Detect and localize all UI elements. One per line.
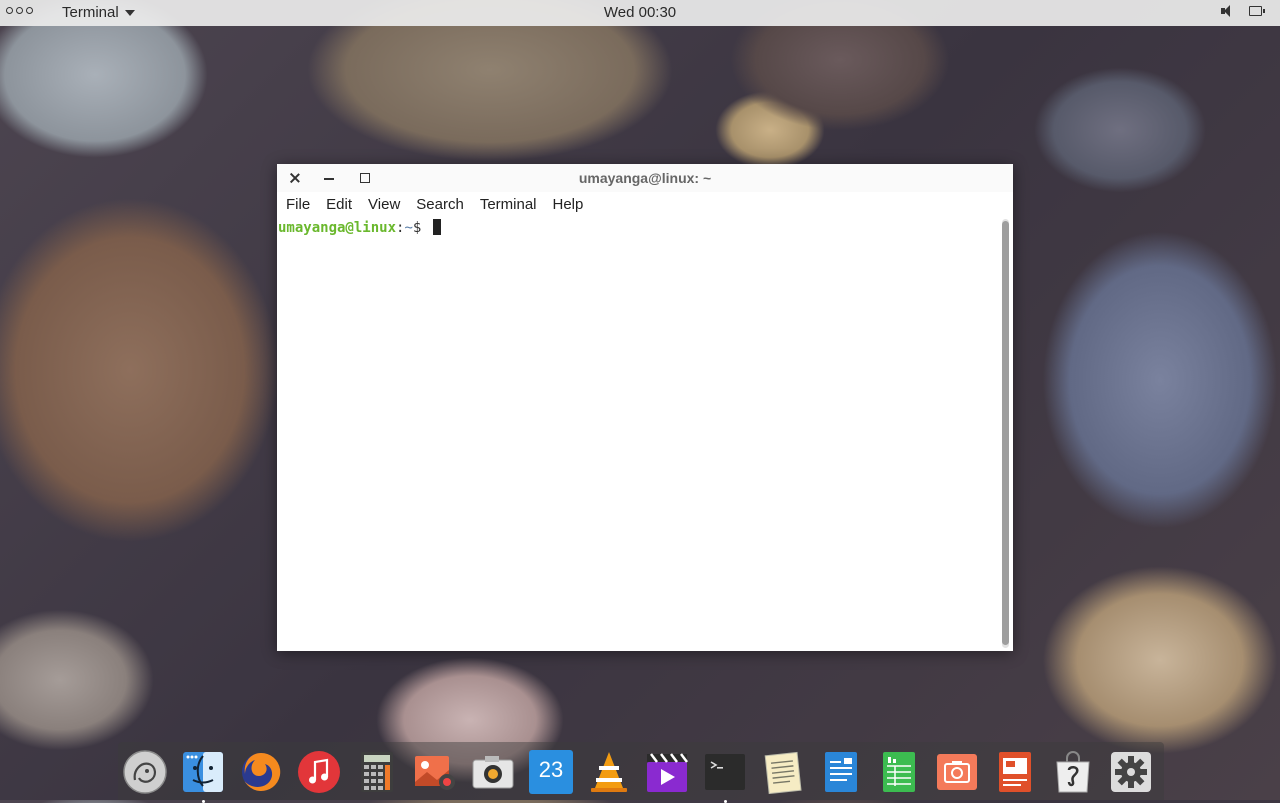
menu-view[interactable]: View	[360, 194, 408, 216]
dock-settings[interactable]	[1109, 750, 1155, 796]
dock-terminal[interactable]	[703, 750, 749, 803]
file-manager-icon	[183, 752, 223, 792]
dock-app-store[interactable]	[1051, 750, 1097, 796]
screenshot-icon	[937, 754, 977, 790]
dock-calendar[interactable]: 23	[529, 750, 575, 796]
terminal-window: umayanga@linux: ~ File Edit View Search …	[277, 164, 1013, 651]
app-menu[interactable]: Terminal	[62, 4, 135, 21]
dock-music[interactable]	[297, 750, 343, 796]
dock-screenshot[interactable]	[935, 750, 981, 796]
volume-icon[interactable]	[1221, 5, 1233, 17]
dock: 23	[118, 742, 1164, 803]
scrollbar[interactable]	[1002, 219, 1009, 648]
text-editor-icon	[764, 751, 802, 794]
prompt-user-host: umayanga@linux	[278, 220, 397, 236]
menu-edit[interactable]: Edit	[318, 194, 360, 216]
caret-down-icon	[124, 9, 135, 16]
dock-video-editor[interactable]	[645, 750, 691, 796]
firefox-icon	[242, 752, 281, 791]
terminal-icon	[705, 754, 745, 790]
menu-terminal[interactable]: Terminal	[472, 194, 545, 216]
scrollbar-thumb[interactable]	[1002, 221, 1009, 645]
dock-file-manager[interactable]	[181, 750, 227, 803]
terminal-area[interactable]: umayanga@linux:~$	[277, 217, 1001, 649]
writer-icon	[825, 752, 857, 792]
calculator-icon	[361, 752, 393, 792]
window-title: umayanga@linux: ~	[578, 170, 712, 186]
battery-icon[interactable]	[1249, 6, 1265, 16]
dock-text-editor[interactable]	[761, 750, 807, 796]
text-cursor	[432, 219, 441, 235]
music-icon	[298, 751, 340, 793]
prompt-symbol: $	[412, 220, 422, 236]
shell-prompt: umayanga@linux:~$	[278, 219, 441, 236]
settings-icon	[1111, 752, 1151, 792]
menu-search[interactable]: Search	[408, 194, 472, 216]
activities-dots-icon[interactable]	[6, 7, 33, 14]
photos-icon	[415, 756, 455, 790]
menu-file[interactable]: File	[277, 194, 318, 216]
spreadsheet-icon	[883, 752, 915, 792]
clock[interactable]: Wed 00:30	[604, 4, 676, 21]
video-editor-icon	[647, 753, 688, 792]
dock-presentation[interactable]	[993, 750, 1039, 796]
dock-vlc[interactable]	[587, 750, 633, 796]
dock-camera[interactable]	[471, 750, 517, 796]
dock-firefox[interactable]	[239, 750, 285, 796]
calendar-day: 23	[538, 757, 564, 782]
app-store-icon	[1056, 751, 1090, 793]
menu-help[interactable]: Help	[545, 194, 592, 216]
prompt-path: ~	[404, 220, 413, 236]
vlc-icon	[591, 752, 627, 792]
calendar-icon: 23	[529, 750, 573, 794]
top-panel: Terminal Wed 00:30	[0, 0, 1280, 26]
launcher-icon	[123, 750, 167, 794]
menubar: File Edit View Search Terminal Help	[277, 194, 591, 216]
dock-photos[interactable]	[413, 750, 459, 796]
dock-writer[interactable]	[819, 750, 865, 796]
dock-spreadsheet[interactable]	[877, 750, 923, 796]
dock-calculator[interactable]	[355, 750, 401, 796]
app-menu-label: Terminal	[62, 4, 119, 21]
presentation-icon	[999, 752, 1031, 792]
window-titlebar[interactable]: umayanga@linux: ~	[277, 164, 1013, 192]
camera-icon	[472, 756, 514, 789]
dock-launcher[interactable]	[123, 750, 169, 796]
system-tray	[1221, 5, 1265, 17]
